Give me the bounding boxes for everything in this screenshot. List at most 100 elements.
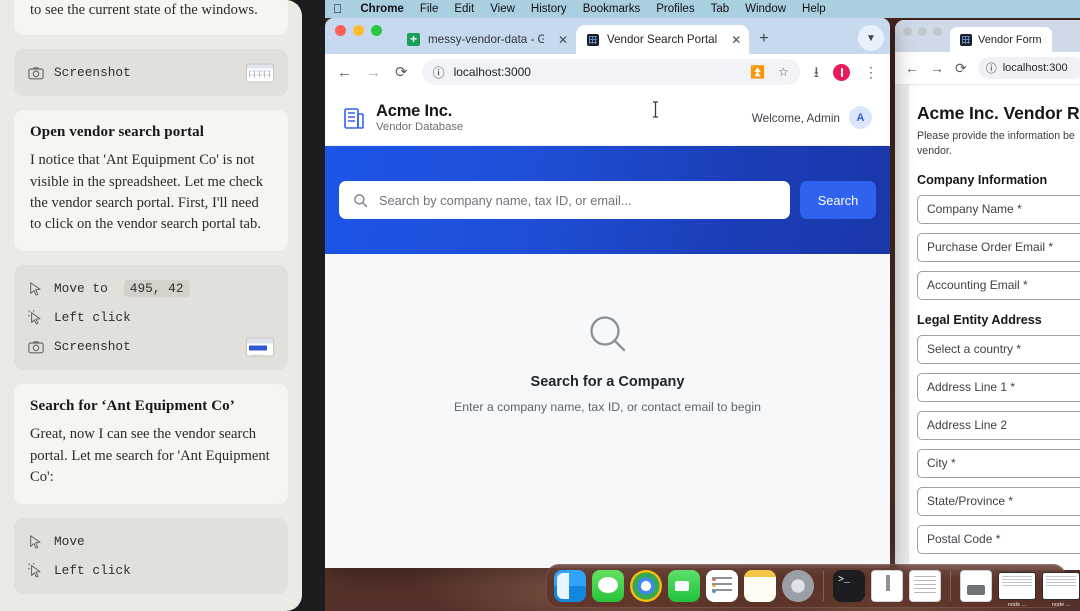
brand: Acme Inc. Vendor Database [343,102,464,134]
traffic-lights[interactable] [335,18,382,54]
thought-title: Open vendor search portal [30,124,205,141]
address-line-2-field[interactable]: Address Line 2 [917,410,1080,440]
forward-icon[interactable]: → [930,61,944,75]
purchase-order-email-field[interactable]: Purchase Order Email * [917,232,1080,262]
menu-item-profiles[interactable]: Profiles [648,3,702,15]
welcome-area: Welcome, Admin A [752,106,872,129]
search-icon [354,193,368,207]
site-info-icon[interactable]: ⓘ [986,60,997,76]
tab-search-chevron-down-icon[interactable]: ▼ [858,25,884,51]
address-bar[interactable]: ⓘ localhost:3000 ⏫ ☆ [421,59,800,85]
menu-item-window[interactable]: Window [737,3,794,15]
action-card-1: Screenshot [14,49,288,97]
dock-item-printer[interactable] [960,570,992,602]
back-icon[interactable]: ← [905,61,919,75]
dock-item-system-settings[interactable] [782,570,814,602]
action-move[interactable]: Move [28,527,274,556]
profile-avatar-icon[interactable] [833,63,850,81]
city-field[interactable]: City * [917,448,1080,478]
menu-item-chrome[interactable]: Chrome [352,3,411,15]
dock-item-zip-file[interactable] [871,570,903,602]
vendor-form-traffic-lights[interactable] [903,20,942,52]
macos-menu-bar:  Chrome File Edit View History Bookmark… [325,0,1080,18]
menu-item-view[interactable]: View [482,3,523,15]
dock-item-finder[interactable] [554,570,586,602]
menu-item-history[interactable]: History [523,3,575,15]
search-button[interactable]: Search [800,181,876,219]
close-button[interactable] [335,25,346,36]
click-icon [28,562,41,578]
page-subtitle: Vendor Database [376,121,464,134]
site-info-icon[interactable]: ⓘ [433,64,445,81]
action-left-click[interactable]: Left click [28,303,274,332]
screenshot-thumbnail[interactable] [246,63,274,83]
search-input[interactable]: Search by company name, tax ID, or email… [339,181,790,219]
window-gap [302,0,325,611]
agent-transcript[interactable]: to see the current state of the windows.… [0,0,302,611]
back-icon[interactable]: ← [337,65,352,80]
close-button[interactable] [903,27,912,36]
dock-item-textedit[interactable] [909,570,941,602]
dock-item-node-window-2[interactable]: node ... [1042,572,1080,608]
action-move-to[interactable]: Move to 495, 42 [28,274,274,303]
kebab-menu-icon[interactable]: ⋮ [864,65,878,79]
state-province-field[interactable]: State/Province * [917,486,1080,516]
menu-item-tab[interactable]: Tab [703,3,738,15]
apple-menu-icon[interactable]:  [333,3,342,16]
maximize-button[interactable] [933,27,942,36]
menu-item-help[interactable]: Help [794,3,834,15]
postal-code-field[interactable]: Postal Code * [917,524,1080,554]
forward-icon[interactable]: → [366,65,381,80]
click-icon [28,309,41,325]
close-tab-icon[interactable]: ✕ [731,33,741,47]
dock-separator [950,571,951,601]
dock-item-reminders[interactable] [706,570,738,602]
new-tab-button[interactable]: + [759,30,768,54]
country-select[interactable]: Select a country * [917,334,1080,364]
minimize-button[interactable] [918,27,927,36]
address-bar[interactable]: ⓘ localhost:300 [977,57,1080,79]
download-icon[interactable]: ⭳ [814,65,819,80]
dock-item-chrome[interactable] [630,570,662,602]
menu-item-edit[interactable]: Edit [446,3,482,15]
install-app-icon[interactable]: ⏫ [750,65,765,79]
close-tab-icon[interactable]: ✕ [558,33,568,47]
tab-vendor-search-portal[interactable]: Vendor Search Portal ✕ [576,25,750,54]
address-line-1-field[interactable]: Address Line 1 * [917,372,1080,402]
accounting-email-field[interactable]: Accounting Email * [917,270,1080,300]
dock-item-messages[interactable] [592,570,624,602]
screenshot-thumbnail[interactable] [246,337,274,357]
search-band: Search by company name, tax ID, or email… [325,146,890,254]
reload-icon[interactable]: ⟳ [395,65,408,80]
dock-item-node-window-1[interactable]: node ... [998,572,1036,608]
company-name-field[interactable]: Company Name * [917,194,1080,224]
reload-icon[interactable]: ⟳ [955,61,967,75]
action-screenshot[interactable]: Screenshot [28,58,274,87]
url-text: localhost:300 [1002,62,1068,74]
tab-vendor-form[interactable]: Vendor Form [950,27,1052,52]
thought-card-open-vendor-search-portal: Open vendor search portal I notice that … [14,110,288,252]
dock-item-facetime[interactable] [668,570,700,602]
thought-body: to see the current state of the windows. [30,2,258,18]
action-screenshot[interactable]: Screenshot [28,332,274,361]
action-left-click[interactable]: Left click [28,556,274,585]
minimize-button[interactable] [353,25,364,36]
google-sheets-icon [407,33,420,46]
action-label: Screenshot [54,65,131,81]
avatar[interactable]: A [849,106,872,129]
macos-dock[interactable]: node ... node ... [546,564,1080,608]
star-icon[interactable]: ☆ [778,65,789,79]
action-label: Screenshot [54,339,131,355]
dock-item-terminal[interactable] [833,570,865,602]
action-label: Move to [54,281,108,297]
menu-item-bookmarks[interactable]: Bookmarks [575,3,649,15]
thought-card-partial: to see the current state of the windows. [14,0,288,36]
thought-card-search-for-ant-equipment-co: Search for ‘Ant Equipment Co’ Great, now… [14,384,288,505]
maximize-button[interactable] [371,25,382,36]
vendor-form-window[interactable]: Vendor Form ← → ⟳ ⓘ localhost:300 Acme I… [895,20,1080,570]
tab-messy-vendor-data[interactable]: messy-vendor-data - Google ✕ [396,25,576,54]
vendor-portal-icon [587,33,599,46]
vendor-search-portal-window[interactable]: messy-vendor-data - Google ✕ Vendor Sear… [325,18,890,568]
menu-item-file[interactable]: File [412,3,447,15]
dock-item-notes[interactable] [744,570,776,602]
